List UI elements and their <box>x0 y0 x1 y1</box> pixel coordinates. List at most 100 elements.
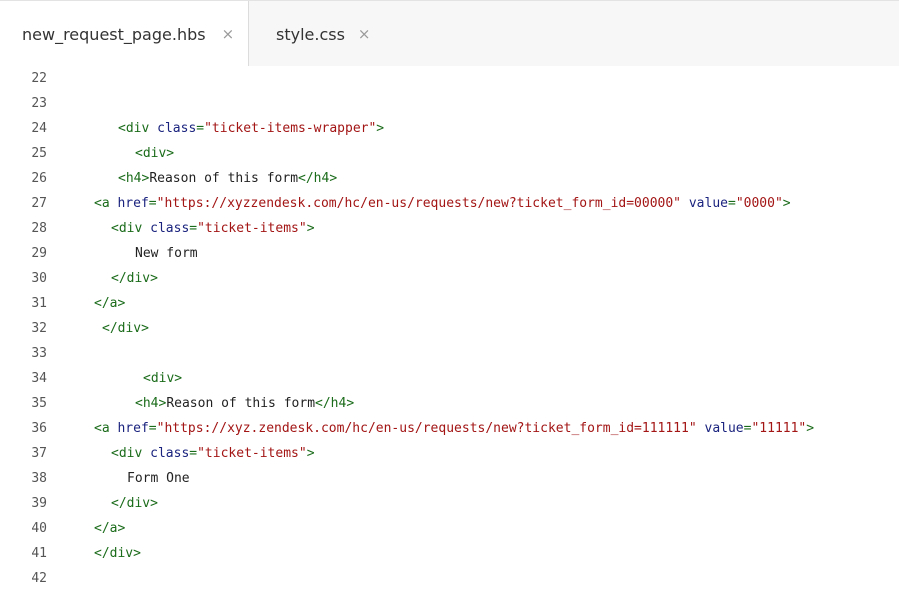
code-token: <div <box>111 446 151 461</box>
tab-label: style.css <box>276 24 345 44</box>
code-token: </div> <box>111 271 158 286</box>
code-token: = <box>189 221 198 236</box>
code-token: Reason of this form <box>166 396 316 411</box>
line-number: 29 <box>31 246 47 261</box>
line-number: 37 <box>31 446 47 461</box>
code-text: </a> <box>94 291 125 316</box>
code-line[interactable]: 30 </div> <box>0 266 899 291</box>
code-token: value <box>688 196 728 211</box>
code-token: <div> <box>143 371 183 386</box>
code-token: </h4> <box>298 171 338 186</box>
code-token: <a <box>94 196 118 211</box>
code-line[interactable]: 41 </div> <box>0 541 899 566</box>
code-line[interactable]: 42 <box>0 566 899 591</box>
code-line[interactable]: 24 <div class="ticket-items-wrapper"> <box>0 116 899 141</box>
line-number: 25 <box>31 146 47 161</box>
code-token: = <box>148 421 157 436</box>
code-token: Form One <box>127 471 190 486</box>
code-token: > <box>376 121 385 136</box>
code-line[interactable]: 29 New form <box>0 241 899 266</box>
line-number: 26 <box>31 171 47 186</box>
code-token: = <box>196 121 205 136</box>
line-number: 39 <box>31 496 47 511</box>
code-line[interactable]: 34 <div> <box>0 366 899 391</box>
line-number: 38 <box>31 471 47 486</box>
code-line[interactable]: 27 <a href="https://xyzzendesk.com/hc/en-… <box>0 191 899 216</box>
code-token: Reason of this form <box>149 171 299 186</box>
code-token: <h4> <box>118 171 150 186</box>
code-text: </div> <box>94 541 141 566</box>
code-token: value <box>704 421 744 436</box>
code-token: = <box>727 196 736 211</box>
code-token: href <box>117 196 149 211</box>
code-line[interactable]: 31 </a> <box>0 291 899 316</box>
code-token: class <box>150 221 190 236</box>
code-text: <h4>Reason of this form</h4> <box>135 391 354 416</box>
tab-label: new_request_page.hbs <box>22 24 206 44</box>
code-text: <div class="ticket-items"> <box>111 441 315 466</box>
line-number: 32 <box>31 321 47 336</box>
line-number: 35 <box>31 396 47 411</box>
code-line[interactable]: 22 <box>0 66 899 91</box>
code-text: </div> <box>111 491 158 516</box>
tab-style-css[interactable]: style.css × <box>250 1 380 67</box>
code-token: "0000" <box>735 196 783 211</box>
code-token: <h4> <box>135 396 167 411</box>
code-token: </a> <box>94 521 126 536</box>
code-line[interactable]: 36 <a href="https://xyz.zendesk.com/hc/en… <box>0 416 899 441</box>
close-icon[interactable]: × <box>358 25 371 43</box>
line-number: 41 <box>31 546 47 561</box>
code-token: </h4> <box>315 396 355 411</box>
line-number: 23 <box>31 96 47 111</box>
code-token: > <box>806 421 815 436</box>
line-number: 42 <box>31 571 47 586</box>
code-token: </a> <box>94 296 126 311</box>
code-line[interactable]: 23 <box>0 91 899 116</box>
code-line[interactable]: 40 </a> <box>0 516 899 541</box>
code-line[interactable]: 26 <h4>Reason of this form</h4> <box>0 166 899 191</box>
code-token: > <box>306 221 315 236</box>
code-text: <div class="ticket-items-wrapper"> <box>118 116 384 141</box>
line-number: 31 <box>31 296 47 311</box>
code-token: "ticket-items-wrapper" <box>204 121 377 136</box>
code-text: </a> <box>94 516 125 541</box>
code-token: <a <box>94 421 118 436</box>
code-token: </div> <box>94 546 141 561</box>
code-token: "11111" <box>751 421 807 436</box>
line-number: 34 <box>31 371 47 386</box>
code-line[interactable]: 28 <div class="ticket-items"> <box>0 216 899 241</box>
code-token: "https://xyz.zendesk.com/hc/en-us/reques… <box>156 421 697 436</box>
code-line[interactable]: 25 <div> <box>0 141 899 166</box>
line-number: 27 <box>31 196 47 211</box>
line-number: 40 <box>31 521 47 536</box>
line-number: 28 <box>31 221 47 236</box>
tab-bar: new_request_page.hbs × style.css × <box>0 0 899 67</box>
code-token: </div> <box>111 496 158 511</box>
code-line[interactable]: 37 <div class="ticket-items"> <box>0 441 899 466</box>
code-line[interactable]: 38 Form One <box>0 466 899 491</box>
code-token: "ticket-items" <box>197 221 307 236</box>
code-line[interactable]: 35 <h4>Reason of this form</h4> <box>0 391 899 416</box>
code-token: <div> <box>135 146 175 161</box>
code-text: <a href="https://xyzzendesk.com/hc/en-us… <box>94 191 791 216</box>
line-number: 24 <box>31 121 47 136</box>
code-token: </div> <box>102 321 149 336</box>
code-token: > <box>782 196 791 211</box>
code-text: <div> <box>135 141 174 166</box>
line-number: 36 <box>31 421 47 436</box>
code-token: class <box>150 446 190 461</box>
code-token: = <box>189 446 198 461</box>
code-text: Form One <box>127 466 190 491</box>
code-editor[interactable]: 22 23 24 <div class="ticket-items-wrapper">… <box>0 66 899 595</box>
tab-new-request-page[interactable]: new_request_page.hbs × <box>0 1 249 67</box>
code-text: New form <box>135 241 198 266</box>
close-icon[interactable]: × <box>222 25 235 43</box>
code-token: href <box>117 421 149 436</box>
code-line[interactable]: 33 <box>0 341 899 366</box>
code-text: <h4>Reason of this form</h4> <box>118 166 337 191</box>
code-text: <div> <box>143 366 182 391</box>
code-line[interactable]: 32 </div> <box>0 316 899 341</box>
code-line[interactable]: 39 </div> <box>0 491 899 516</box>
line-number: 22 <box>31 71 47 86</box>
